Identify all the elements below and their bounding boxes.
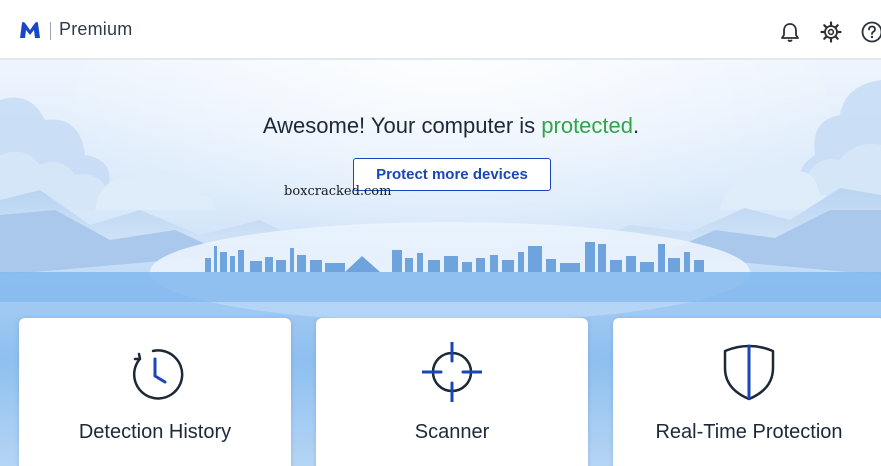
watermark-text: boxcracked.com xyxy=(284,184,392,199)
clock-history-icon xyxy=(125,342,185,402)
bell-icon[interactable] xyxy=(779,21,801,43)
help-icon[interactable] xyxy=(861,21,881,43)
detection-history-label: Detection History xyxy=(78,421,232,443)
gear-icon[interactable] xyxy=(820,21,842,43)
header-divider xyxy=(50,22,51,40)
status-hero: Awesome! Your computer is protected. Pro… xyxy=(0,60,881,466)
headline-prefix: Awesome! Your computer is xyxy=(262,113,542,138)
protection-status-text: protected xyxy=(541,113,633,138)
malwarebytes-logo-icon xyxy=(18,20,42,40)
headline-suffix: . xyxy=(633,113,640,138)
scanner-label: Scanner xyxy=(414,421,490,443)
scanner-card[interactable]: Scanner xyxy=(316,318,588,466)
real-time-protection-label: Real-Time Protection xyxy=(655,421,843,443)
shield-icon xyxy=(719,342,779,402)
real-time-protection-card[interactable]: Real-Time Protection xyxy=(613,318,881,466)
app-title: Premium xyxy=(59,19,133,39)
detection-history-card[interactable]: Detection History xyxy=(19,318,291,466)
app-header: Premium xyxy=(0,0,881,60)
status-headline: Awesome! Your computer is protected. xyxy=(0,113,881,139)
crosshair-icon xyxy=(422,342,482,402)
